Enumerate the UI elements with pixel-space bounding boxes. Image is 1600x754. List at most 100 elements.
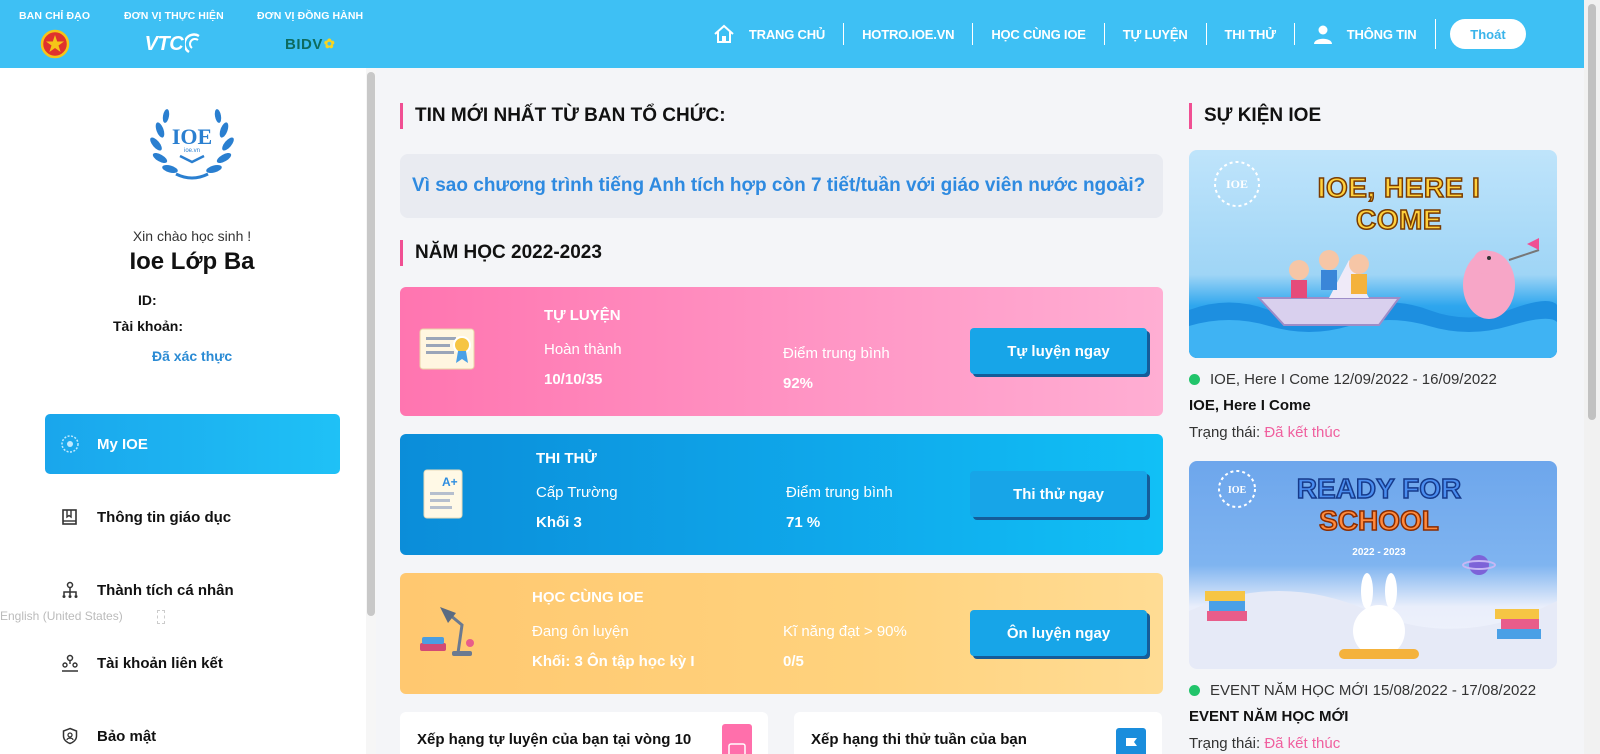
event-1-status: Trạng thái: Đã kết thúc: [1189, 424, 1340, 441]
event-2-status-value: Đã kết thúc: [1264, 735, 1341, 752]
school-year-title: NĂM HỌC 2022-2023: [400, 240, 602, 266]
self-practice-avg-value: 92%: [783, 375, 814, 392]
event-1-status-value: Đã kết thúc: [1264, 424, 1341, 441]
news-box: Vì sao chương trình tiếng Anh tích hợp c…: [400, 154, 1163, 218]
sponsor-caption: BAN CHỈ ĐẠO: [19, 10, 91, 22]
mock-test-button[interactable]: Thi thử ngay: [970, 471, 1147, 517]
test-paper-icon: A+: [423, 469, 463, 519]
bidv-logo-text: BIDV: [284, 35, 323, 53]
nav-divider: [1434, 19, 1436, 49]
sponsor-caption: ĐƠN VỊ THỰC HIỆN: [124, 10, 224, 22]
ioe-logo-subtext: ioe.vn: [184, 148, 200, 154]
sidebar-item-linked-accounts[interactable]: Tài khoản liên kết: [45, 633, 340, 693]
sponsor-steering: BAN CHỈ ĐẠO: [19, 10, 90, 60]
learn-with-ioe-card: HỌC CÙNG IOE Đang ôn luyện Khối: 3 Ôn tậ…: [400, 573, 1163, 694]
event-1-name[interactable]: IOE, Here I Come: [1189, 397, 1311, 414]
mock-test-card: A+ THI THỬ Cấp Trường Khối 3 Điểm trung …: [400, 434, 1163, 555]
nav-info-label: THÔNG TIN: [1346, 26, 1417, 42]
verified-status: Đã xác thực: [152, 348, 233, 364]
svg-text:IOE: IOE: [1228, 485, 1247, 496]
event-1-date-text: IOE, Here I Come 12/09/2022 - 16/09/2022: [1210, 371, 1497, 388]
nav-support[interactable]: HOTRO.IOE.VN: [844, 23, 974, 45]
learn-with-ioe-button[interactable]: Ôn luyện ngay: [970, 610, 1147, 656]
nav-info[interactable]: THÔNG TIN: [1295, 23, 1435, 45]
nav-learn-with-ioe[interactable]: HỌC CÙNG IOE: [973, 23, 1105, 45]
user-id-label: ID:: [138, 292, 157, 308]
sponsor-organizer: ĐƠN VỊ THỰC HIỆN VTC: [124, 10, 224, 60]
svg-text:IOE: IOE: [1226, 177, 1248, 191]
hierarchy-icon: [62, 581, 78, 598]
event-banner-ready-for-school[interactable]: IOE READY FOR SCHOOL 2022 - 2023: [1189, 461, 1557, 669]
mock-test-avg-label: Điểm trung bình: [786, 484, 893, 501]
flag-badge-icon: [1116, 728, 1146, 754]
self-practice-complete-value: 10/10/35: [544, 371, 603, 388]
language-switch-icon: [156, 609, 165, 624]
user-icon: [1313, 25, 1332, 44]
desk-lamp-icon: [420, 607, 474, 656]
sidebar-item-label: My IOE: [97, 435, 148, 453]
status-dot-icon: [1189, 374, 1200, 385]
self-practice-title: TỰ LUYỆN: [544, 307, 621, 324]
event-banner-here-i-come[interactable]: IOE IOE, HERE I COME: [1189, 150, 1557, 358]
self-practice-button[interactable]: Tự luyện ngay: [970, 328, 1147, 374]
mock-test-grade-value: Khối 3: [536, 514, 582, 531]
vtc-swirl-icon: [185, 33, 200, 54]
language-indicator-text: English (United States): [0, 609, 123, 623]
shield-icon: [62, 727, 78, 745]
self-practice-avg-label: Điểm trung bình: [783, 345, 890, 362]
page-scrollbar[interactable]: [1584, 0, 1600, 754]
nav-home-label: TRANG CHỦ: [748, 26, 826, 42]
page-scrollbar-thumb[interactable]: [1588, 4, 1596, 420]
skill-achieved-label: Kĩ năng đạt > 90%: [783, 623, 907, 640]
weekly-test-ranking-box: Xếp hạng thi thử tuần của bạn: [794, 712, 1162, 754]
account-label: Tài khoản:: [113, 318, 184, 334]
sidebar-item-label: Thông tin giáo dục: [97, 508, 232, 526]
bidv-star-icon: ✿: [323, 36, 336, 51]
learn-in-progress-label: Đang ôn luyện: [532, 623, 629, 640]
ioe-laurel-logo: IOE ioe.vn: [150, 109, 234, 180]
book-icon: [62, 509, 77, 525]
sidebar-item-label: Tài khoản liên kết: [97, 654, 223, 672]
learn-in-progress-value: Khối: 3 Ôn tập học kỳ I: [532, 653, 695, 670]
greeting-text: Xin chào học sinh !: [132, 228, 252, 244]
news-headline-link[interactable]: Vì sao chương trình tiếng Anh tích hợp c…: [412, 175, 1145, 197]
event-1-meta: IOE, Here I Come 12/09/2022 - 16/09/2022: [1189, 371, 1497, 388]
weekly-test-ranking-label: Xếp hạng thi thử tuần của bạn: [811, 731, 1027, 748]
mock-test-level-label: Cấp Trường: [536, 484, 618, 501]
ready-for-school-banner-title: READY FOR SCHOOL 2022 - 2023: [1296, 472, 1462, 558]
bidv-logo: BIDV ✿: [257, 28, 363, 60]
event-2-name[interactable]: EVENT NĂM HỌC MỚI: [1189, 708, 1348, 725]
here-i-come-banner-title: IOE, HERE I COME: [1317, 171, 1481, 236]
sidebar-scrollbar-thumb[interactable]: [367, 72, 375, 616]
mock-test-title: THI THỬ: [536, 450, 597, 467]
svg-text:A+: A+: [442, 475, 458, 489]
event-1-status-label: Trạng thái:: [1189, 424, 1261, 441]
link-users-icon: [62, 654, 78, 672]
home-icon: [714, 24, 734, 43]
nav-mock-test[interactable]: THI THỬ: [1207, 23, 1295, 45]
sidebar-scrollbar[interactable]: [366, 68, 376, 754]
learn-with-ioe-title: HỌC CÙNG IOE: [532, 589, 644, 606]
laurel-icon: [61, 435, 79, 453]
nav-learn-label: HỌC CÙNG IOE: [991, 26, 1086, 42]
nav-home[interactable]: TRANG CHỦ: [695, 23, 845, 45]
sidebar-item-label: Thành tích cá nhân: [97, 581, 234, 599]
event-2-meta: EVENT NĂM HỌC MỚI 15/08/2022 - 17/08/202…: [1189, 682, 1536, 699]
news-section-title: TIN MỚI NHẤT TỪ BAN TỔ CHỨC:: [400, 103, 726, 129]
language-indicator: English (United States): [0, 609, 165, 624]
sponsor-caption: ĐƠN VỊ ĐỒNG HÀNH: [257, 10, 364, 22]
self-practice-ranking-label: Xếp hạng tự luyện của bạn tại vòng 10: [417, 731, 692, 748]
sidebar-item-my-ioe[interactable]: My IOE: [45, 414, 340, 474]
logout-button[interactable]: Thoát: [1450, 19, 1526, 49]
nav-practice-label: TỰ LUYỆN: [1122, 26, 1188, 42]
skill-achieved-value: 0/5: [783, 653, 804, 670]
sidebar-item-education-info[interactable]: Thông tin giáo dục: [45, 487, 340, 547]
mock-test-avg-value: 71 %: [786, 514, 821, 531]
nav-self-practice[interactable]: TỰ LUYỆN: [1105, 23, 1207, 45]
sidebar-item-security[interactable]: Bảo mật: [45, 706, 340, 754]
user-name: Ioe Lớp Ba: [129, 248, 255, 275]
sidebar-item-label: Bảo mật: [97, 727, 157, 745]
event-2-status: Trạng thái: Đã kết thúc: [1189, 735, 1340, 752]
ranking-badge-icon: [722, 724, 752, 754]
self-practice-card: TỰ LUYỆN Hoàn thành 10/10/35 Điểm trung …: [400, 287, 1163, 416]
